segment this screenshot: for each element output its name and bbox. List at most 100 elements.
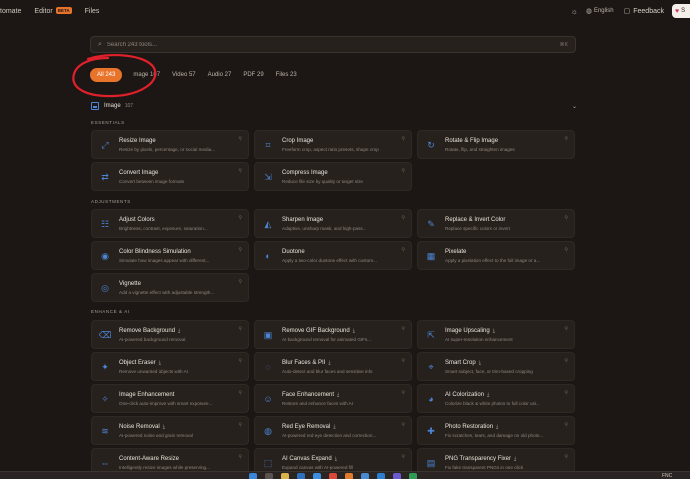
download-icon: ⤓ [337,392,340,398]
pin-icon[interactable]: ⚲ [238,215,242,221]
tool-card-crop-image[interactable]: ⌗ Crop Image Freeform crop, aspect ratio p… [254,130,412,159]
chevron-down-icon[interactable]: ⌄ [572,103,577,110]
pin-icon[interactable]: ⚲ [564,390,568,396]
pin-icon[interactable]: ⚲ [401,326,405,332]
tool-card-adjust-colors[interactable]: ☷ Adjust Colors Brightness, contrast, expo… [91,209,249,238]
pin-icon[interactable]: ⚲ [564,454,568,460]
tab-audio[interactable]: Audio 27 [208,72,232,78]
pin-icon[interactable]: ⚲ [238,247,242,253]
tool-card-remove-background[interactable]: ⌫ Remove Background ⤓ AI-powered background… [91,320,249,349]
tab-pdf[interactable]: PDF 29 [243,72,263,78]
restore-icon: ✚ [427,426,435,436]
tool-card-remove-gif-background[interactable]: ▣ Remove GIF Background ⤓ AI background rem… [254,320,412,349]
download-icon: ⤓ [514,456,517,462]
globe-icon: ◍ [585,8,592,15]
nav-item-tomate[interactable]: tomate [0,8,21,15]
tab-files[interactable]: Files 23 [276,72,297,78]
tool-card-duotone[interactable]: ◐ Duotone Apply a two-color duotone effect… [254,241,412,270]
firefox-icon[interactable] [345,473,353,479]
tool-card-noise-removal[interactable]: ≋ Noise Removal ⤓ AI-powered noise and grai… [91,416,249,445]
terminal-icon[interactable] [409,473,417,479]
search-input[interactable] [106,41,560,48]
tool-title-text: Sharpen Image [282,217,324,223]
pin-icon[interactable]: ⚲ [564,247,568,253]
tab-video[interactable]: Video 57 [172,72,196,78]
start-icon[interactable] [249,473,257,479]
folder-icon[interactable] [281,473,289,479]
keyboard-shortcut: ⌘K [559,41,568,48]
pin-icon[interactable]: ⚲ [564,422,568,428]
tool-description: Replace specific colors or invert [445,226,510,231]
tool-title-text: Red Eye Removal [282,424,331,430]
edge-icon[interactable] [313,473,321,479]
pin-icon[interactable]: ⚲ [238,422,242,428]
pin-icon[interactable]: ⚲ [238,136,242,142]
vscode-icon[interactable] [377,473,385,479]
tool-card-rotate-flip-image[interactable]: ↻ Rotate & Flip Image Rotate, flip, and st… [417,130,575,159]
pin-icon[interactable]: ⚲ [238,279,242,285]
tool-card-sharpen-image[interactable]: ◭ Sharpen Image Adaptive, unsharp mask, an… [254,209,412,238]
blur-icon: ◌ [265,362,271,372]
tool-title-text: Object Eraser [119,360,156,366]
tool-card-compress-image[interactable]: ⇲ Compress Image Reduce file size by quali… [254,162,412,191]
pin-icon[interactable]: ⚲ [238,454,242,460]
tool-card-pixelate[interactable]: ▦ Pixelate Apply a pixelation effect to th… [417,241,575,270]
nav-item-editor[interactable]: Editor BETA [34,7,72,15]
pin-icon[interactable]: ⚲ [238,390,242,396]
pin-icon[interactable]: ⚲ [564,215,568,221]
pin-icon[interactable]: ⚲ [401,422,405,428]
pin-icon[interactable]: ⚲ [401,168,405,174]
tool-card-replace-invert-color[interactable]: ✎ Replace & Invert Color Replace specific … [417,209,575,238]
tool-card-photo-restoration[interactable]: ✚ Photo Restoration ⤓ Fix scratches, tears,… [417,416,575,445]
pin-icon[interactable]: ⚲ [238,358,242,364]
message-icon: ▢ [623,8,631,15]
image-section-header[interactable]: Image 107 ⌄ [91,100,577,112]
pin-icon[interactable]: ⚲ [401,215,405,221]
search-icon: ⌕ [98,40,102,48]
sponsor-button[interactable]: ♥ S [672,4,690,18]
film-icon: ▣ [263,330,273,340]
tool-card-ai-colorization[interactable]: ◕ AI Colorization ⤓ Colorize black & white … [417,384,575,413]
tool-title: AI Colorization ⤓ [445,392,489,398]
wand-icon: ✦ [101,362,109,372]
tool-card-smart-crop[interactable]: ⌖ Smart Crop ⤓ Smart subject, face, or trim… [417,352,575,381]
tool-card-blur-faces-pii[interactable]: ◌ Blur Faces & PII ⤓ Auto-detect and blur f… [254,352,412,381]
tab-image[interactable]: mage 107 [133,72,160,78]
nav-item-files[interactable]: Files [85,8,100,15]
pin-icon[interactable]: ⚲ [401,136,405,142]
tool-card-face-enhancement[interactable]: ☺ Face Enhancement ⤓ Restore and enhance fa… [254,384,412,413]
pin-icon[interactable]: ⚲ [401,247,405,253]
pin-icon[interactable]: ⚲ [238,168,242,174]
pin-icon[interactable]: ⚲ [564,136,568,142]
tool-title: Convert Image [119,170,158,176]
tool-card-color-blindness-simulation[interactable]: ◉ Color Blindness Simulation Simulate how … [91,241,249,270]
tool-title: Noise Removal ⤓ [119,424,165,430]
pin-icon[interactable]: ⚲ [401,454,405,460]
download-icon: ⤓ [328,360,331,366]
language-selector[interactable]: ◍ English [586,7,614,15]
tool-card-convert-image[interactable]: ⇄ Convert Image Convert between image form… [91,162,249,191]
discord-icon[interactable] [393,473,401,479]
tool-card-image-enhancement[interactable]: ✧ Image Enhancement One-click auto-improve… [91,384,249,413]
chrome-icon[interactable] [329,473,337,479]
feedback-button[interactable]: ▢ Feedback [623,7,664,16]
tool-card-object-eraser[interactable]: ✦ Object Eraser ⤓ Remove unwanted objects w… [91,352,249,381]
sparkle-icon: ✧ [101,394,109,404]
pin-icon[interactable]: ⚲ [564,358,568,364]
mail-icon[interactable] [361,473,369,479]
pin-icon[interactable]: ⚲ [401,390,405,396]
theme-sun-icon[interactable]: ☼ [570,7,577,16]
tool-card-image-upscaling[interactable]: ⇱ Image Upscaling ⤓ AI super-resolution enh… [417,320,575,349]
tab-all[interactable]: All 243 [90,68,123,82]
app-icon[interactable] [297,473,305,479]
pin-icon[interactable]: ⚲ [401,358,405,364]
search-taskbar-icon[interactable] [265,473,273,479]
tool-card-vignette[interactable]: ◎ Vignette Add a vignette effect with adju… [91,273,249,302]
eye-icon: ◉ [101,251,109,261]
pin-icon[interactable]: ⚲ [564,326,568,332]
tool-title-text: Duotone [282,249,305,255]
tool-card-red-eye-removal[interactable]: ◍ Red Eye Removal ⤓ AI-powered red eye dete… [254,416,412,445]
tool-card-resize-image[interactable]: ⤢ Resize Image Resize by pixels, percentag… [91,130,249,159]
pin-icon[interactable]: ⚲ [238,326,242,332]
download-icon: ⤓ [334,456,337,462]
